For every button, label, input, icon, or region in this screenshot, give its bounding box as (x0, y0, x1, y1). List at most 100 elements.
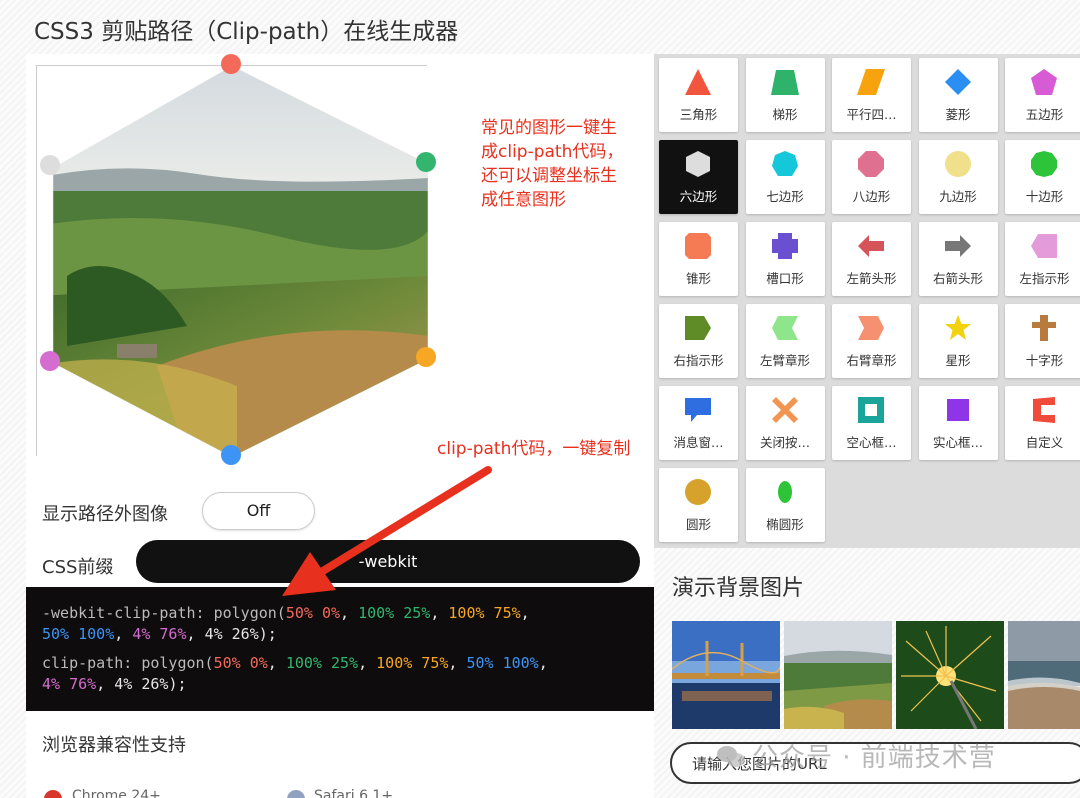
triangle-icon (685, 69, 711, 95)
inset-icon (946, 399, 969, 421)
background-thumb-landscape[interactable] (784, 621, 892, 729)
compat-item-safari: Safari 6.1+ (314, 788, 394, 798)
shape-tile-label: 自定义 (1025, 435, 1064, 450)
shape-tile-left-chevron[interactable]: 左臂章形 (745, 304, 825, 378)
shape-tile-label: 星形 (945, 353, 971, 368)
code-line-webkit-1: -webkit-clip-path: polygon(50% 0%, 100% … (42, 604, 530, 622)
shape-tile-nonagon[interactable]: 九边形 (918, 140, 998, 214)
bevel-icon (685, 233, 711, 259)
background-thumb-beach[interactable] (1008, 621, 1080, 729)
shape-tile-right-point[interactable]: 右指示形 (659, 304, 738, 378)
handle-left-top[interactable] (40, 155, 60, 175)
clipped-image (37, 66, 428, 457)
compat-item-chrome: Chrome 24+ (72, 788, 161, 798)
shape-tile-trapezoid[interactable]: 梯形 (745, 58, 825, 132)
wechat-icon (717, 746, 745, 767)
shape-tile-octagon[interactable]: 八边形 (832, 140, 911, 214)
shape-tile-rhombus[interactable]: 菱形 (918, 58, 998, 132)
hexagon-icon (686, 151, 710, 177)
shape-tile-message[interactable]: 消息窗… (659, 386, 738, 460)
trapezoid-icon (770, 70, 799, 95)
shape-tile-hexagon[interactable]: 六边形 (659, 140, 738, 214)
decagon-icon (1031, 151, 1057, 177)
show-outside-toggle[interactable]: Off (202, 492, 315, 530)
shape-tile-heptagon[interactable]: 七边形 (745, 140, 825, 214)
shape-tile-label: 圆形 (685, 517, 711, 532)
shape-tile-label: 空心框… (846, 435, 897, 450)
shape-tile-custom[interactable]: 自定义 (1005, 386, 1080, 460)
close-icon (771, 397, 798, 423)
handle-right-bottom[interactable] (416, 347, 436, 367)
shape-tile-cross[interactable]: 十字形 (1005, 304, 1080, 378)
shape-tile-rabbet[interactable]: 槽口形 (745, 222, 825, 296)
shape-tile-close[interactable]: 关闭按… (745, 386, 825, 460)
shape-tile-inset[interactable]: 实心框… (918, 386, 998, 460)
shape-tile-frame[interactable]: 空心框… (832, 386, 911, 460)
handle-right-top[interactable] (416, 152, 436, 172)
rabbet-icon (771, 233, 798, 259)
shape-tile-decagon[interactable]: 十边形 (1005, 140, 1080, 214)
circle-icon (685, 479, 711, 505)
prefix-select[interactable]: -webkit (136, 540, 640, 583)
shape-tile-ellipse[interactable]: 椭圆形 (745, 468, 825, 542)
shape-tile-label: 五边形 (1025, 107, 1064, 122)
handle-left-bottom[interactable] (40, 351, 60, 371)
cross-icon (1032, 315, 1056, 341)
annotation-copy: clip-path代码，一键复制 (437, 439, 631, 459)
background-thumb-bridge[interactable] (672, 621, 780, 729)
left-chevron-icon (771, 316, 798, 340)
shape-tile-pentagon[interactable]: 五边形 (1005, 58, 1080, 132)
shape-tile-label: 十边形 (1025, 189, 1064, 204)
shape-tile-label: 左箭头形 (846, 271, 897, 286)
right-point-icon (685, 316, 711, 340)
custom-icon (1033, 397, 1055, 423)
code-line-standard-1: clip-path: polygon(50% 0%, 100% 25%, 100… (42, 654, 548, 672)
annotation-shapes: 常见的图形一键生 成clip-path代码， 还可以调整坐标生 成任意图形 (481, 118, 624, 210)
shape-tile-label: 右臂章形 (846, 353, 897, 368)
shape-tile-label: 梯形 (772, 107, 798, 122)
handle-bottom[interactable] (221, 445, 241, 465)
parallelogram-icon (857, 69, 885, 95)
shape-tile-left-arrow[interactable]: 左箭头形 (832, 222, 911, 296)
shape-tile-label: 七边形 (766, 189, 804, 204)
shape-tile-label: 左指示形 (1019, 271, 1070, 286)
shape-tile-label: 锥形 (685, 271, 711, 286)
code-output[interactable]: -webkit-clip-path: polygon(50% 0%, 100% … (26, 587, 654, 711)
frame-icon (858, 397, 884, 423)
right-arrow-icon (944, 235, 971, 257)
left-arrow-icon (858, 235, 884, 257)
right-chevron-icon (858, 316, 884, 340)
pentagon-icon (1031, 69, 1057, 95)
watermark: 公众号 · 前端技术营 (752, 743, 996, 773)
background-heading: 演示背景图片 (672, 576, 805, 601)
page-title: CSS3 剪贴路径（Clip-path）在线生成器 (34, 19, 459, 45)
shape-tile-label: 槽口形 (766, 271, 804, 286)
shape-tile-right-arrow[interactable]: 右箭头形 (918, 222, 998, 296)
shape-tile-label: 左臂章形 (759, 353, 810, 368)
shape-tile-parallelogram[interactable]: 平行四… (832, 58, 911, 132)
shape-tile-right-chevron[interactable]: 右臂章形 (832, 304, 911, 378)
shape-tile-label: 六边形 (679, 189, 718, 204)
clip-canvas[interactable] (36, 65, 428, 457)
rhombus-icon (944, 69, 971, 95)
octagon-icon (858, 151, 884, 177)
shape-tile-label: 三角形 (679, 107, 718, 122)
prefix-label: CSS前缀 (42, 557, 114, 578)
compat-heading: 浏览器兼容性支持 (42, 735, 186, 756)
shape-tile-circle[interactable]: 圆形 (659, 468, 738, 542)
heptagon-icon (771, 151, 798, 176)
handle-top[interactable] (221, 54, 241, 74)
shape-tile-bevel[interactable]: 锥形 (659, 222, 738, 296)
nonagon-icon (944, 151, 971, 177)
shape-tile-label: 右箭头形 (932, 271, 983, 286)
background-thumb-sparkler[interactable] (896, 621, 1004, 729)
ellipse-icon (777, 481, 792, 503)
shape-tile-label: 九边形 (939, 189, 977, 204)
shape-tile-left-point[interactable]: 左指示形 (1005, 222, 1080, 296)
shape-tile-label: 消息窗… (673, 435, 724, 450)
shape-tile-label: 平行四… (846, 107, 897, 122)
shape-tile-label: 关闭按… (759, 435, 810, 450)
shape-tile-triangle[interactable]: 三角形 (659, 58, 738, 132)
shape-tile-star[interactable]: 星形 (918, 304, 998, 378)
shape-tile-label: 八边形 (852, 189, 891, 204)
